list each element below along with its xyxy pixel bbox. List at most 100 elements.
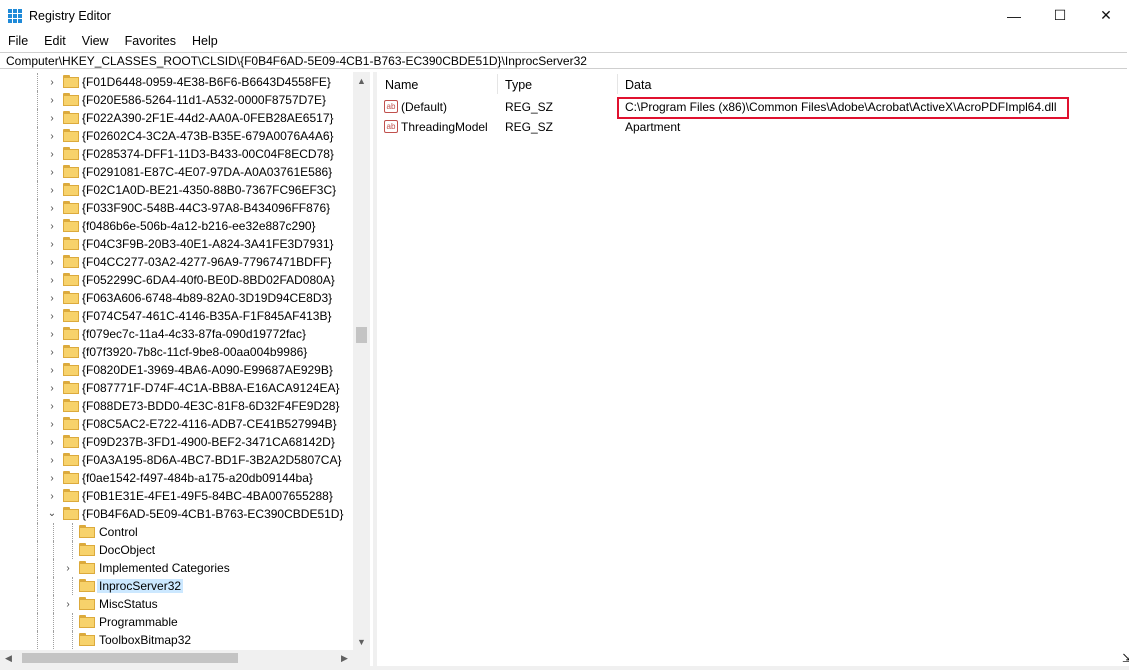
tree-vertical-scrollbar[interactable]: ▲ ▼ bbox=[353, 72, 370, 650]
tree-guide-line bbox=[37, 487, 38, 505]
scroll-up-icon[interactable]: ▲ bbox=[353, 72, 370, 89]
tree-child-item[interactable]: Programmable bbox=[0, 613, 353, 631]
chevron-right-icon[interactable]: › bbox=[47, 383, 57, 394]
tree-item[interactable]: › {F04CC277-03A2-4277-96A9-77967471BDFF} bbox=[0, 253, 353, 271]
tree-item[interactable]: › {F0A3A195-8D6A-4BC7-BD1F-3B2A2D5807CA} bbox=[0, 451, 353, 469]
tree-item-label: {F0820DE1-3969-4BA6-A090-E99687AE929B} bbox=[82, 363, 333, 377]
tree-item[interactable]: › {F09D237B-3FD1-4900-BEF2-3471CA68142D} bbox=[0, 433, 353, 451]
tree-item[interactable]: › {f079ec7c-11a4-4c33-87fa-090d19772fac} bbox=[0, 325, 353, 343]
menu-edit[interactable]: Edit bbox=[36, 34, 74, 48]
chevron-right-icon[interactable]: › bbox=[47, 113, 57, 124]
chevron-right-icon[interactable]: › bbox=[47, 95, 57, 106]
tree-item[interactable]: › {F0291081-E87C-4E07-97DA-A0A03761E586} bbox=[0, 163, 353, 181]
chevron-right-icon[interactable]: › bbox=[47, 239, 57, 250]
chevron-right-icon[interactable]: › bbox=[47, 221, 57, 232]
tree-item[interactable]: › {F0285374-DFF1-11D3-B433-00C04F8ECD78} bbox=[0, 145, 353, 163]
chevron-right-icon[interactable]: › bbox=[47, 329, 57, 340]
tree-child-item[interactable]: DocObject bbox=[0, 541, 353, 559]
minimize-button[interactable]: — bbox=[991, 0, 1037, 31]
menu-file[interactable]: File bbox=[0, 34, 36, 48]
tree-guide-line bbox=[37, 181, 38, 199]
scroll-down-icon[interactable]: ▼ bbox=[353, 633, 370, 650]
tree-item[interactable]: › {F033F90C-548B-44C3-97A8-B434096FF876} bbox=[0, 199, 353, 217]
maximize-button[interactable]: ☐ bbox=[1037, 0, 1083, 31]
chevron-right-icon[interactable]: › bbox=[47, 347, 57, 358]
tree-item[interactable]: › {F02602C4-3C2A-473B-B35E-679A0076A4A6} bbox=[0, 127, 353, 145]
chevron-right-icon[interactable]: › bbox=[47, 185, 57, 196]
menu-help[interactable]: Help bbox=[184, 34, 226, 48]
tree-child-item[interactable]: ToolboxBitmap32 bbox=[0, 631, 353, 649]
menu-favorites[interactable]: Favorites bbox=[117, 34, 184, 48]
chevron-right-icon[interactable]: › bbox=[63, 563, 73, 574]
chevron-right-icon[interactable]: › bbox=[47, 149, 57, 160]
tree-child-item[interactable]: › Implemented Categories bbox=[0, 559, 353, 577]
tree-item[interactable]: › {F052299C-6DA4-40f0-BE0D-8BD02FAD080A} bbox=[0, 271, 353, 289]
chevron-right-icon[interactable]: › bbox=[47, 455, 57, 466]
chevron-right-icon[interactable]: › bbox=[47, 473, 57, 484]
folder-icon bbox=[63, 489, 79, 502]
tree-item[interactable]: › {F0820DE1-3969-4BA6-A090-E99687AE929B} bbox=[0, 361, 353, 379]
column-divider[interactable] bbox=[497, 74, 498, 94]
tree-item[interactable]: › {F04C3F9B-20B3-40E1-A824-3A41FE3D7931} bbox=[0, 235, 353, 253]
tree-item-label: DocObject bbox=[99, 543, 156, 557]
key-tree[interactable]: › {F01D6448-0959-4E38-B6F6-B6643D4558FE} ›… bbox=[0, 72, 371, 666]
column-header-name[interactable]: Name bbox=[385, 78, 418, 92]
tree-item[interactable]: › {F074C547-461C-4146-B35A-F1F845AF413B} bbox=[0, 307, 353, 325]
tree-item-label: MiscStatus bbox=[99, 597, 158, 611]
tree-item[interactable]: › {F087771F-D74F-4C1A-BB8A-E16ACA9124EA} bbox=[0, 379, 353, 397]
chevron-right-icon[interactable]: › bbox=[47, 311, 57, 322]
chevron-right-icon[interactable]: › bbox=[47, 419, 57, 430]
window-title: Registry Editor bbox=[29, 8, 111, 23]
close-button[interactable]: ✕ bbox=[1083, 0, 1129, 31]
chevron-down-icon[interactable]: ⌄ bbox=[47, 508, 57, 519]
folder-icon bbox=[63, 255, 79, 268]
chevron-right-icon[interactable]: › bbox=[47, 437, 57, 448]
tree-item-label: {F04CC277-03A2-4277-96A9-77967471BDFF} bbox=[82, 255, 332, 269]
column-divider[interactable] bbox=[617, 74, 618, 94]
values-list[interactable]: Name Type Data ab (Default) REG_SZ C:\Pr… bbox=[379, 72, 1125, 666]
tree-horizontal-scrollbar[interactable]: ◀ ▶ bbox=[0, 650, 353, 666]
folder-icon bbox=[63, 507, 79, 520]
tree-item[interactable]: › {f0486b6e-506b-4a12-b216-ee32e887c290} bbox=[0, 217, 353, 235]
tree-item[interactable]: › {F01D6448-0959-4E38-B6F6-B6643D4558FE} bbox=[0, 73, 353, 91]
folder-icon bbox=[79, 633, 95, 646]
tree-item[interactable]: › {F08C5AC2-E722-4116-ADB7-CE41B527994B} bbox=[0, 415, 353, 433]
tree-item[interactable]: › {f07f3920-7b8c-11cf-9be8-00aa004b9986} bbox=[0, 343, 353, 361]
tree-child-item[interactable]: Control bbox=[0, 523, 353, 541]
tree-guide-line bbox=[37, 469, 38, 487]
tree-item[interactable]: › {F022A390-2F1E-44d2-AA0A-0FEB28AE6517} bbox=[0, 109, 353, 127]
pane-splitter[interactable] bbox=[373, 72, 377, 666]
chevron-right-icon[interactable]: › bbox=[47, 77, 57, 88]
tree-item[interactable]: › {f0ae1542-f497-484b-a175-a20db09144ba} bbox=[0, 469, 353, 487]
chevron-right-icon[interactable]: › bbox=[47, 167, 57, 178]
chevron-right-icon[interactable]: › bbox=[47, 257, 57, 268]
column-header-data[interactable]: Data bbox=[625, 78, 651, 92]
value-row[interactable]: ab ThreadingModel REG_SZ Apartment bbox=[379, 118, 1125, 136]
chevron-right-icon[interactable]: › bbox=[47, 293, 57, 304]
chevron-right-icon[interactable]: › bbox=[47, 491, 57, 502]
chevron-right-icon[interactable]: › bbox=[47, 203, 57, 214]
scroll-left-icon[interactable]: ◀ bbox=[0, 650, 17, 666]
tree-item[interactable]: › {F0B1E31E-4FE1-49F5-84BC-4BA007655288} bbox=[0, 487, 353, 505]
chevron-right-icon[interactable]: › bbox=[47, 401, 57, 412]
tree-guide-line bbox=[53, 595, 54, 613]
tree-item[interactable]: › {F020E586-5264-11d1-A532-0000F8757D7E} bbox=[0, 91, 353, 109]
chevron-right-icon[interactable]: › bbox=[47, 365, 57, 376]
column-header-type[interactable]: Type bbox=[505, 78, 532, 92]
tree-item-label: {f079ec7c-11a4-4c33-87fa-090d19772fac} bbox=[82, 327, 306, 341]
chevron-right-icon[interactable]: › bbox=[63, 599, 73, 610]
tree-item[interactable]: › {F063A606-6748-4b89-82A0-3D19D94CE8D3} bbox=[0, 289, 353, 307]
tree-item-label: {F033F90C-548B-44C3-97A8-B434096FF876} bbox=[82, 201, 331, 215]
menu-view[interactable]: View bbox=[74, 34, 117, 48]
tree-child-item[interactable]: InprocServer32 bbox=[0, 577, 353, 595]
tree-item[interactable]: › {F088DE73-BDD0-4E3C-81F8-6D32F4FE9D28} bbox=[0, 397, 353, 415]
scroll-thumb[interactable] bbox=[356, 327, 367, 343]
tree-item-expanded[interactable]: ⌄ {F0B4F6AD-5E09-4CB1-B763-EC390CBDE51D} bbox=[0, 505, 353, 523]
hscroll-thumb[interactable] bbox=[22, 653, 238, 663]
tree-child-item[interactable]: › MiscStatus bbox=[0, 595, 353, 613]
chevron-right-icon[interactable]: › bbox=[47, 275, 57, 286]
tree-item[interactable]: › {F02C1A0D-BE21-4350-88B0-7367FC96EF3C} bbox=[0, 181, 353, 199]
scroll-right-icon[interactable]: ▶ bbox=[336, 650, 353, 666]
address-bar[interactable]: Computer\HKEY_CLASSES_ROOT\CLSID\{F0B4F6… bbox=[0, 52, 1127, 69]
chevron-right-icon[interactable]: › bbox=[47, 131, 57, 142]
